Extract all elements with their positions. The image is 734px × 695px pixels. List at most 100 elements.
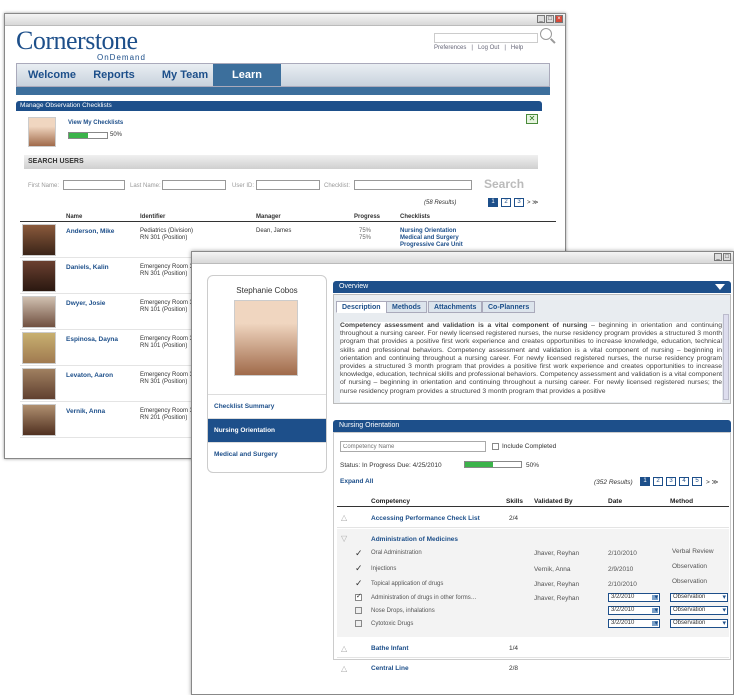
nav-welcome[interactable]: Welcome xyxy=(21,64,83,86)
expand-all-link[interactable]: Expand All xyxy=(340,478,373,485)
status-value: In Progress xyxy=(362,462,396,469)
avatar xyxy=(22,260,56,292)
help-link[interactable]: Help xyxy=(511,45,523,51)
collapse-icon[interactable]: ▽ xyxy=(341,534,347,543)
competency-name[interactable]: Administration of Medicines xyxy=(371,536,458,543)
checklist-link[interactable]: Progressive Care Unit xyxy=(400,242,463,249)
competency-name[interactable]: Central Line xyxy=(371,665,409,672)
minimize-icon[interactable]: _ xyxy=(714,253,722,261)
col-skills[interactable]: Skills xyxy=(506,498,523,505)
nav-learn[interactable]: Learn xyxy=(213,64,281,86)
page-4[interactable]: 4 xyxy=(679,477,689,486)
sidebar-item-checklist-summary[interactable]: Checklist Summary xyxy=(208,394,326,418)
next-page[interactable]: > ≫ xyxy=(706,478,718,486)
separator: | xyxy=(471,45,473,51)
user-name[interactable]: Vernik, Anna xyxy=(66,408,105,415)
search-button[interactable]: Search xyxy=(484,177,524,191)
overview-header[interactable]: Overview xyxy=(333,281,731,293)
tab-methods[interactable]: Methods xyxy=(386,301,427,313)
page-3[interactable]: 3 xyxy=(666,477,676,486)
excel-export-icon[interactable]: ✕ xyxy=(526,114,538,124)
user-name[interactable]: Levaton, Aaron xyxy=(66,372,113,379)
col-competency[interactable]: Competency xyxy=(371,498,410,505)
nav-reports[interactable]: Reports xyxy=(85,64,143,86)
col-date[interactable]: Date xyxy=(608,498,622,505)
last-name-input[interactable] xyxy=(162,180,226,190)
col-validated-by[interactable]: Validated By xyxy=(534,498,573,505)
last-name-label: Last Name: xyxy=(130,183,161,189)
skill-checkbox[interactable] xyxy=(355,620,362,627)
window-titlebar: _ □ × xyxy=(5,14,565,26)
method-select[interactable]: Observation xyxy=(670,593,728,602)
expand-icon[interactable]: △ xyxy=(341,644,347,653)
minimize-icon[interactable]: _ xyxy=(537,15,545,23)
page-2[interactable]: 2 xyxy=(653,477,663,486)
next-page[interactable]: > ≫ xyxy=(527,199,538,206)
sidebar-item-nursing-orientation[interactable]: Nursing Orientation xyxy=(208,418,326,442)
page-5[interactable]: 5 xyxy=(692,477,702,486)
calendar-icon[interactable] xyxy=(652,595,658,600)
user-name[interactable]: Dwyer, Josie xyxy=(66,300,105,307)
competency-name[interactable]: Accessing Performance Check List xyxy=(371,515,480,522)
competency-name-input[interactable] xyxy=(340,441,486,452)
calendar-icon[interactable] xyxy=(652,608,658,613)
identifier: RN 301 (Position) xyxy=(140,379,188,385)
date-field[interactable]: 3/2/2010 xyxy=(608,606,660,615)
col-method[interactable]: Method xyxy=(670,498,693,505)
col-identifier[interactable]: Identifier xyxy=(140,214,165,220)
preferences-link[interactable]: Preferences xyxy=(434,45,466,51)
my-progress-bar xyxy=(68,132,108,139)
calendar-icon[interactable] xyxy=(652,621,658,626)
identifier: Emergency Room 3 xyxy=(140,300,194,306)
user-name[interactable]: Anderson, Mike xyxy=(66,228,114,235)
restore-icon[interactable]: □ xyxy=(723,253,731,261)
global-search-input[interactable] xyxy=(434,33,538,43)
checklist-link[interactable]: Medical and Surgery xyxy=(400,235,463,242)
checklist-input[interactable] xyxy=(354,180,472,190)
checklist-link[interactable]: Nursing Orientation xyxy=(400,228,463,235)
page-2[interactable]: 2 xyxy=(501,198,511,207)
page-1[interactable]: 1 xyxy=(488,198,498,207)
collapse-icon[interactable] xyxy=(715,284,725,290)
user-name[interactable]: Espinosa, Dayna xyxy=(66,336,118,343)
skill-name: Topical application of drugs xyxy=(371,581,444,587)
section-header: Nursing Orientation xyxy=(333,420,731,432)
search-icon[interactable] xyxy=(540,28,552,40)
close-icon[interactable]: × xyxy=(555,15,563,23)
identifier: RN 301 (Position) xyxy=(140,235,188,241)
col-progress[interactable]: Progress xyxy=(354,214,380,220)
sidebar-item-medical-surgery[interactable]: Medical and Surgery xyxy=(208,442,326,466)
col-checklists[interactable]: Checklists xyxy=(400,214,430,220)
include-completed-checkbox[interactable] xyxy=(492,443,499,450)
date-field[interactable]: 3/2/2010 xyxy=(608,593,660,602)
logo-subtext: OnDemand xyxy=(97,53,146,62)
first-name-input[interactable] xyxy=(63,180,125,190)
tab-attachments[interactable]: Attachments xyxy=(428,301,483,313)
nav-my-team[interactable]: My Team xyxy=(153,64,217,86)
expand-icon[interactable]: △ xyxy=(341,664,347,673)
competency-row[interactable]: △ Accessing Performance Check List 2/4 xyxy=(337,508,729,528)
skill-checkbox[interactable] xyxy=(355,607,362,614)
competency-row[interactable]: △ Central Line 2/8 xyxy=(337,660,729,678)
scrollbar[interactable] xyxy=(723,314,729,400)
view-my-checklists-link[interactable]: View My Checklists xyxy=(68,120,123,126)
competency-row[interactable]: △ Bathe Infant 1/4 xyxy=(337,640,729,658)
method-select[interactable]: Observation xyxy=(670,606,728,615)
tab-co-planners[interactable]: Co-Planners xyxy=(482,301,536,313)
date-field[interactable]: 3/2/2010 xyxy=(608,619,660,628)
skill-checkbox-checked[interactable]: ✓ xyxy=(355,593,362,601)
maximize-icon[interactable]: □ xyxy=(546,15,554,23)
col-name[interactable]: Name xyxy=(66,214,82,220)
user-name[interactable]: Daniels, Kalin xyxy=(66,264,109,271)
method-select[interactable]: Observation xyxy=(670,619,728,628)
expand-icon[interactable]: △ xyxy=(341,513,347,522)
avatar xyxy=(22,404,56,436)
col-manager[interactable]: Manager xyxy=(256,214,281,220)
user-id-input[interactable] xyxy=(256,180,320,190)
cornerstone-logo[interactable]: Cornerstone OnDemand xyxy=(16,26,145,72)
logout-link[interactable]: Log Out xyxy=(478,45,499,51)
page-3[interactable]: 3 xyxy=(514,198,524,207)
tab-description[interactable]: Description xyxy=(336,301,387,313)
page-1[interactable]: 1 xyxy=(640,477,650,486)
competency-name[interactable]: Bathe Infant xyxy=(371,645,409,652)
